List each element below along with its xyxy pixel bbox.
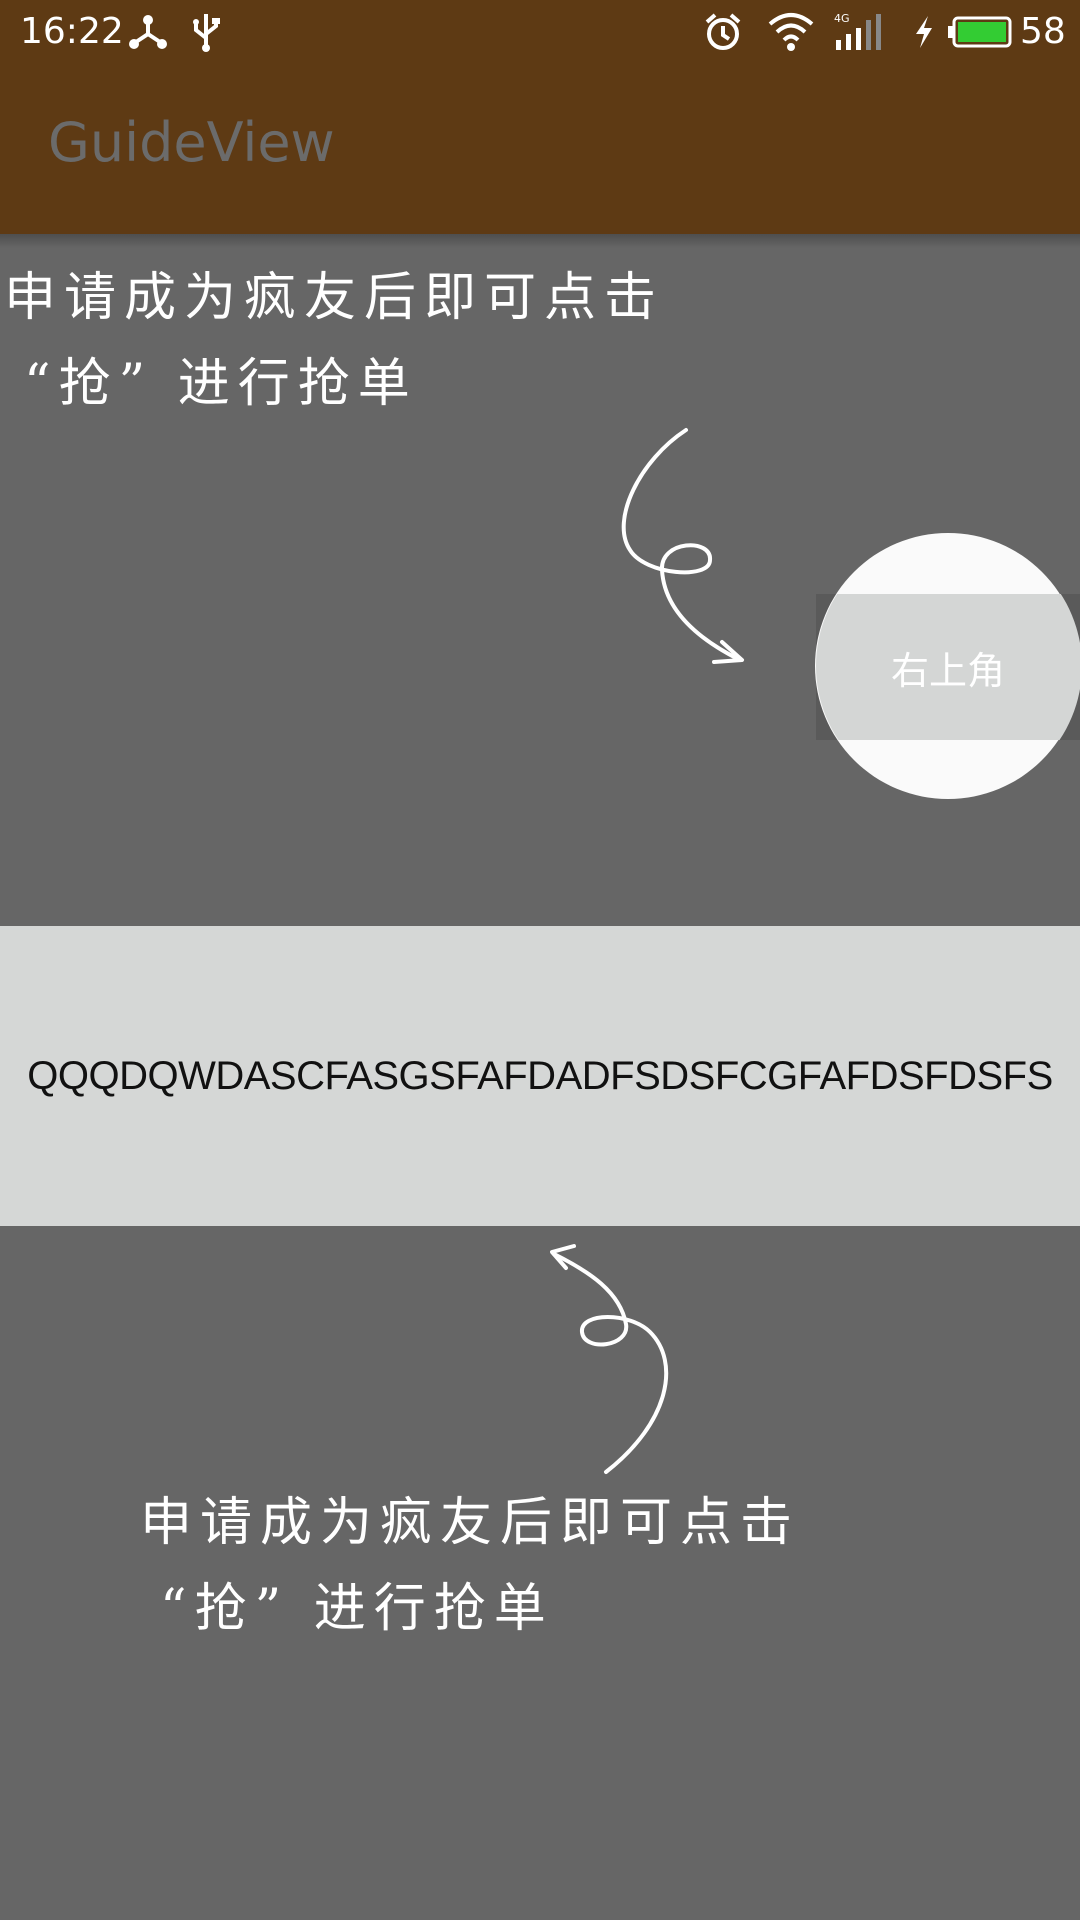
banner-text: QQQDQWDASCFASGSFAFDADFSDSFCGFAFDSFDSFS (27, 1053, 1053, 1098)
arrow-bottom-icon (550, 1244, 669, 1474)
guide-screen: 16:22 4G 58 GuideView 申请成为疯友后即可点击 “抢” 进行… (0, 0, 1080, 1920)
share-icon (128, 12, 168, 52)
alarm-icon (703, 12, 743, 52)
battery-icon (948, 12, 1014, 52)
guide-text-bottom-line2: “抢” 进行抢单 (160, 1579, 554, 1639)
guide-text-top: 申请成为疯友后即可点击 “抢” 进行抢单 (4, 255, 664, 427)
app-bar: GuideView (0, 64, 1080, 234)
status-bar: 16:22 4G 58 (0, 0, 1080, 64)
charging-icon (912, 12, 936, 52)
usb-icon (186, 12, 226, 52)
guide-text-bottom: 申请成为疯友后即可点击 “抢” 进行抢单 (140, 1480, 800, 1652)
guide-text-top-line2: “抢” 进行抢单 (24, 354, 418, 414)
guide-text-top-line1: 申请成为疯友后即可点击 (4, 268, 665, 328)
signal-icon: 4G (834, 12, 890, 52)
app-bar-shadow (0, 234, 1080, 248)
guide-text-bottom-line1: 申请成为疯友后即可点击 (140, 1493, 801, 1553)
app-title: GuideView (48, 111, 335, 174)
network-type-label: 4G (834, 12, 850, 25)
arrow-top-icon (621, 428, 744, 664)
highlighted-banner[interactable]: QQQDQWDASCFASGSFAFDADFSDSFCGFAFDSFDSFS (0, 926, 1080, 1226)
highlight-label[interactable]: 右上角 (816, 594, 1080, 740)
wifi-icon (768, 12, 814, 52)
battery-level: 58 (1020, 11, 1066, 52)
status-time: 16:22 (20, 11, 124, 52)
